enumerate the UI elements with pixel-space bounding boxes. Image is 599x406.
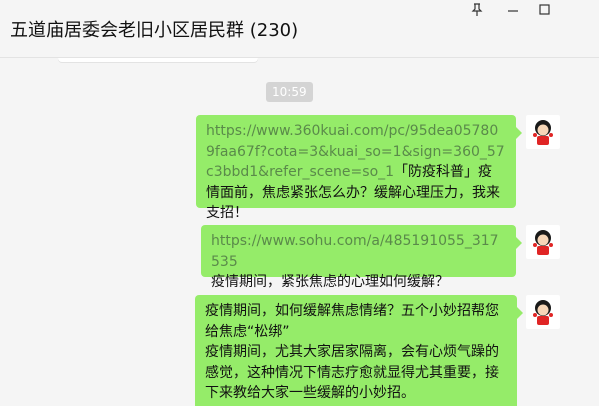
message-link[interactable]: https://www.sohu.com/a/485191055_317535 <box>211 231 506 272</box>
chat-title: 五道庙居委会老旧小区居民群 (230) <box>10 20 299 41</box>
chat-area[interactable]: 10:59 https://www.360kuai.com/pc/95dea05… <box>0 58 599 406</box>
message-text: 疫情期间，如何缓解焦虑情绪？五个小妙招帮您给焦虑“松绑” 疫情期间，尤其大家居家… <box>205 303 499 401</box>
message-bubble[interactable]: https://www.360kuai.com/pc/95dea057809fa… <box>196 115 522 221</box>
message-text: 疫情期间，紧张焦虑的心理如何缓解？ <box>211 274 449 290</box>
title-bar: 五道庙居委会老旧小区居民群 (230) <box>0 0 599 58</box>
avatar-icon[interactable] <box>526 295 560 329</box>
message-bubble[interactable]: https://www.sohu.com/a/485191055_317535 … <box>201 225 522 290</box>
pin-icon[interactable] <box>468 2 486 18</box>
minimize-icon[interactable] <box>504 2 522 18</box>
message-bubble[interactable]: 疫情期间，如何缓解焦虑情绪？五个小妙招帮您给焦虑“松绑” 疫情期间，尤其大家居家… <box>195 295 523 406</box>
maximize-icon[interactable] <box>536 2 554 18</box>
avatar-icon[interactable] <box>526 225 560 259</box>
previous-message-bubble <box>58 58 258 62</box>
avatar-icon[interactable] <box>526 115 560 149</box>
timestamp: 10:59 <box>266 82 313 102</box>
